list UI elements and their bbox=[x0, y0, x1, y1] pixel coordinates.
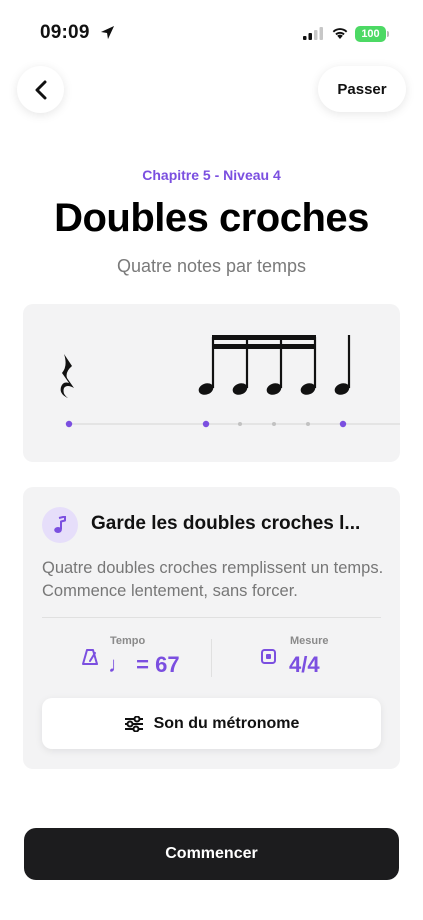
metronome-sound-button[interactable]: Son du métronome bbox=[42, 698, 381, 749]
divider bbox=[42, 617, 381, 618]
music-note-badge bbox=[42, 507, 78, 543]
quarter-note-glyph: ♩ bbox=[108, 652, 130, 677]
status-bar: 09:09 100 bbox=[0, 0, 423, 64]
status-time: 09:09 bbox=[40, 22, 90, 43]
time-signature-icon bbox=[261, 649, 276, 664]
tempo-value: ♩ = 67 bbox=[108, 652, 180, 678]
measure-label: Mesure bbox=[290, 635, 329, 647]
chevron-left-icon bbox=[35, 80, 46, 99]
quarter-rest-symbol bbox=[60, 354, 74, 398]
beat-timeline bbox=[65, 420, 400, 428]
notation-card bbox=[23, 304, 400, 462]
metronome-icon bbox=[82, 649, 98, 665]
page-title: Doubles croches bbox=[54, 196, 369, 240]
page-subtitle: Quatre notes par temps bbox=[116, 256, 307, 276]
skip-button[interactable]: Passer bbox=[318, 66, 406, 112]
start-button[interactable]: Commencer bbox=[24, 828, 399, 880]
tempo-label: Tempo bbox=[110, 635, 146, 647]
battery-icon: 100 bbox=[355, 26, 389, 42]
chapter-label: Chapitre 5 - Niveau 4 bbox=[142, 167, 281, 183]
quarter-note-symbol bbox=[334, 335, 351, 395]
cellular-signal-icon bbox=[303, 27, 323, 40]
metronome-button-label: Son du métronome bbox=[153, 714, 300, 732]
back-button[interactable] bbox=[17, 66, 64, 113]
sixteenth-notes-group bbox=[198, 335, 317, 395]
music-note-icon bbox=[54, 516, 66, 533]
location-arrow-icon bbox=[100, 25, 115, 40]
info-title: Garde les doubles croches l... bbox=[91, 513, 361, 534]
measure-value: 4/4 bbox=[289, 652, 320, 677]
rhythm-notation bbox=[60, 335, 400, 428]
info-description: Quatre doubles croches remplissent un te… bbox=[42, 559, 384, 600]
sliders-icon bbox=[124, 715, 143, 732]
info-card: Garde les doubles croches l... Quatre do… bbox=[23, 487, 400, 769]
tempo-number: = 67 bbox=[136, 652, 180, 677]
vertical-divider bbox=[211, 639, 212, 677]
wifi-icon bbox=[332, 28, 348, 39]
